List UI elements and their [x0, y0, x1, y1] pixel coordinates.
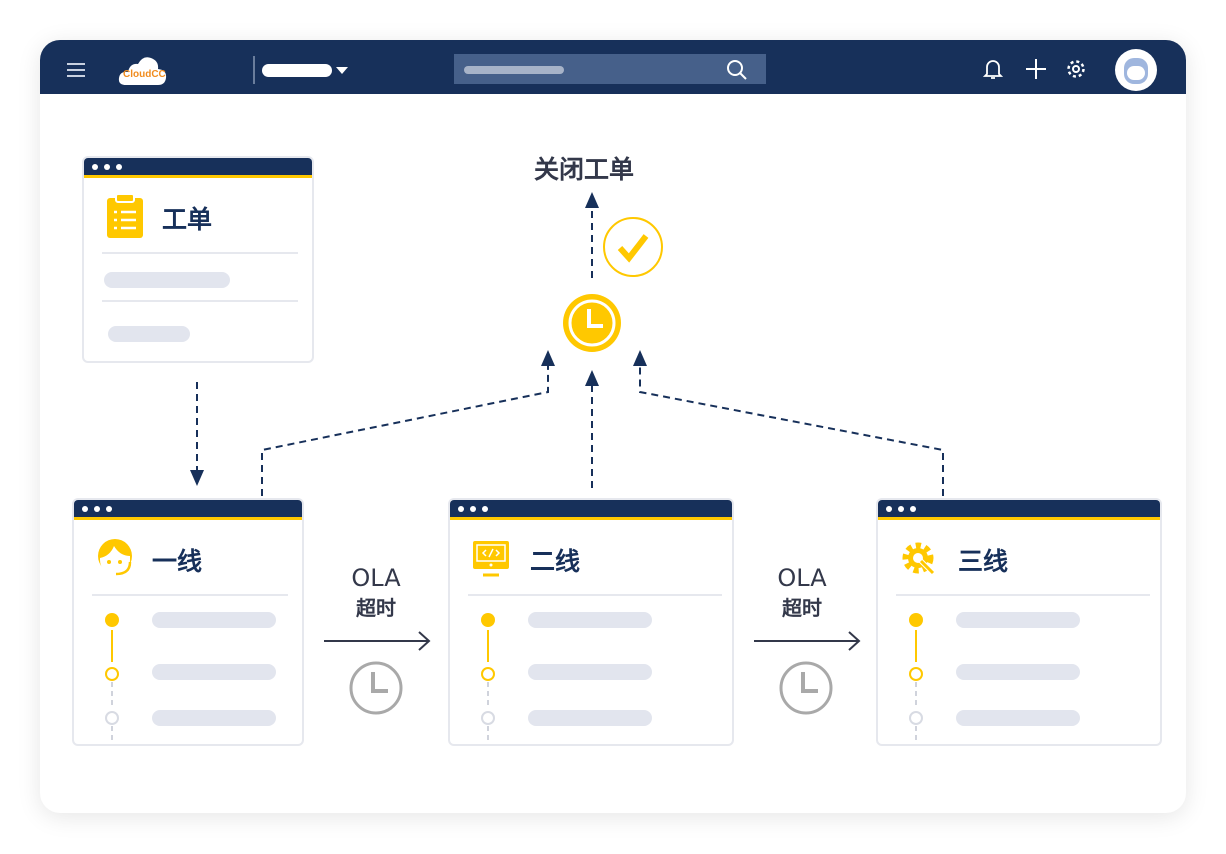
ola-arrow-2 [754, 631, 861, 651]
clock-icon-gray [779, 661, 833, 715]
gear-wrench-icon [902, 542, 936, 576]
arrowhead [585, 192, 599, 208]
clock-icon-yellow [563, 294, 621, 352]
ola-timeout-1: OLA 超时 [351, 564, 401, 620]
ola-arrow-1 [324, 631, 431, 651]
arrowhead [541, 350, 555, 366]
ola-timeout-2: OLA 超时 [777, 564, 827, 620]
close-ticket-label: 关闭工单 [534, 155, 635, 184]
tier3-card[interactable]: 三线 [876, 498, 1162, 746]
ticket-card[interactable]: 工单 [82, 156, 314, 363]
monitor-code-icon [473, 541, 509, 577]
ticket-card-title: 工单 [162, 205, 213, 234]
clock-icon-gray [349, 661, 403, 715]
tier2-title: 二线 [530, 547, 581, 576]
arrowhead [190, 470, 204, 486]
progress-timeline [105, 613, 119, 744]
progress-timeline [909, 613, 923, 744]
arrowhead [585, 370, 599, 386]
check-circle-icon [603, 217, 663, 277]
tier1-card[interactable]: 一线 [72, 498, 304, 746]
progress-timeline [481, 613, 495, 744]
tier2-card[interactable]: 二线 [448, 498, 734, 746]
tier3-title: 三线 [958, 547, 1009, 576]
arrow-tier3-to-clock [639, 360, 944, 496]
arrowhead [633, 350, 647, 366]
arrow-tier1-to-clock [261, 360, 549, 496]
clipboard-icon [107, 194, 143, 238]
tier1-title: 一线 [152, 547, 203, 576]
support-agent-icon [98, 539, 132, 576]
